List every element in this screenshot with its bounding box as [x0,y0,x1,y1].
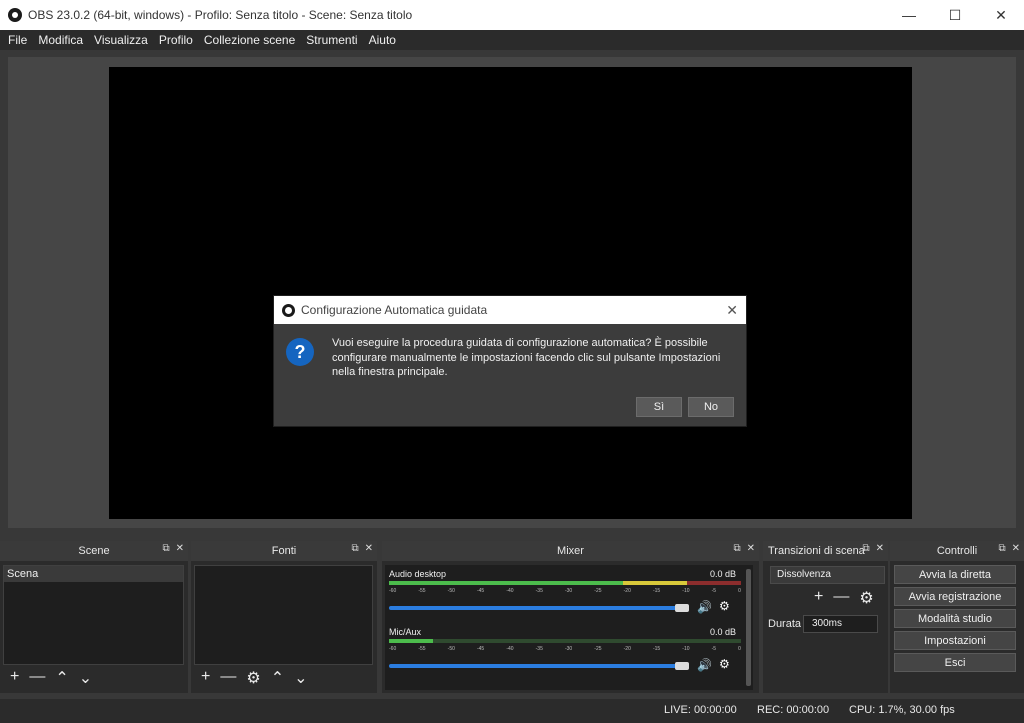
duration-input[interactable]: 300ms [803,615,878,633]
menu-bar: File Modifica Visualizza Profilo Collezi… [0,30,1024,50]
transitions-title: Transizioni di scena [768,545,865,557]
close-icon[interactable]: ✕ [1012,543,1020,554]
live-status: LIVE: 00:00:00 [664,704,737,716]
track-db: 0.0 dB [710,569,737,579]
speaker-icon[interactable]: 🔊 [697,600,712,614]
window-title: OBS 23.0.2 (64-bit, windows) - Profilo: … [28,8,413,22]
menu-collezione-scene[interactable]: Collezione scene [200,33,299,47]
studio-mode-button[interactable]: Modalità studio [894,609,1016,628]
slider-handle[interactable] [675,662,689,670]
auto-config-dialog: Configurazione Automatica guidata ✕ ? Vu… [273,295,747,427]
menu-aiuto[interactable]: Aiuto [365,33,400,47]
close-icon[interactable]: ✕ [365,543,373,554]
scenes-toolbar: + — ⌃ ⌄ [10,668,92,688]
minimize-icon[interactable]: — [886,0,932,30]
yes-button[interactable]: Sì [636,397,682,417]
controls-title: Controlli [936,545,978,557]
gear-icon[interactable]: ⚙ [246,668,260,688]
float-icon[interactable]: ⧉ [162,543,169,554]
scenes-header: Scene ⧉ ✕ [0,541,188,561]
menu-strumenti[interactable]: Strumenti [302,33,361,47]
add-icon[interactable]: + [10,668,19,688]
add-icon[interactable]: + [201,668,210,688]
status-bar: LIVE: 00:00:00 REC: 00:00:00 CPU: 1.7%, … [0,699,1024,723]
mixer-header: Mixer ⧉ ✕ [382,541,759,561]
rec-status: REC: 00:00:00 [757,704,830,716]
close-icon[interactable]: ✕ [978,0,1024,30]
scenes-title: Scene [78,545,110,557]
move-down-icon[interactable]: ⌄ [79,668,92,688]
float-icon[interactable]: ⧉ [862,543,869,554]
obs-logo-icon [282,303,295,317]
gear-icon[interactable]: ⚙ [719,599,730,613]
close-icon[interactable]: ✕ [726,302,738,319]
remove-icon[interactable]: — [833,588,849,608]
exit-button[interactable]: Esci [894,653,1016,672]
meter-scale: -60 -55 -50 -45 -40 -35 -30 -25 -20 -15 -10 -5 0 [389,646,741,652]
menu-visualizza[interactable]: Visualizza [90,33,152,47]
transitions-header: Transizioni di scena ⧉ ✕ [763,541,888,561]
transitions-dock: Transizioni di scena ⧉ ✕ Dissolvenza + — … [763,541,888,693]
track-db: 0.0 dB [710,627,737,637]
remove-icon[interactable]: — [220,668,236,688]
preview-canvas[interactable] [109,67,912,519]
gear-icon[interactable]: ⚙ [719,657,730,671]
menu-file[interactable]: File [4,33,31,47]
cpu-status: CPU: 1.7%, 30.00 fps [849,704,955,716]
track-name: Mic/Aux [389,627,422,637]
mixer-dock: Mixer ⧉ ✕ Audio desktop 0.0 dB -60 -55 -50-… [382,541,759,693]
volume-meter [389,639,741,643]
speaker-icon[interactable]: 🔊 [697,658,712,672]
float-icon[interactable]: ⧉ [351,543,358,554]
scenes-dock: Scene ⧉ ✕ Scena + — ⌃ ⌄ [0,541,188,693]
sources-list[interactable] [194,565,373,665]
meter-scale: -60 -55 -50 -45 -40 -35 -30 -25 -20 -15 -10 -5 0 [389,588,741,594]
remove-icon[interactable]: — [29,668,45,688]
transition-select[interactable]: Dissolvenza [770,566,885,584]
add-icon[interactable]: + [814,588,823,608]
float-icon[interactable]: ⧉ [998,543,1005,554]
maximize-icon[interactable]: ☐ [932,0,978,30]
volume-slider[interactable] [389,662,689,670]
close-icon[interactable]: ✕ [876,543,884,554]
scenes-list: Scena [3,565,184,665]
transitions-toolbar: + — ⚙ [814,588,874,608]
close-icon[interactable]: ✕ [176,543,184,554]
move-down-icon[interactable]: ⌄ [294,668,307,688]
sources-toolbar: + — ⚙ ⌃ ⌄ [201,668,308,688]
settings-button[interactable]: Impostazioni [894,631,1016,650]
dialog-title: Configurazione Automatica guidata [301,303,488,317]
close-icon[interactable]: ✕ [747,543,755,554]
obs-logo-icon [8,8,22,22]
dialog-message: Vuoi eseguire la procedura guidata di co… [332,337,721,378]
sources-header: Fonti ⧉ ✕ [191,541,377,561]
move-up-icon[interactable]: ⌃ [271,668,284,688]
slider-handle[interactable] [675,604,689,612]
start-streaming-button[interactable]: Avvia la diretta [894,565,1016,584]
list-item[interactable]: Scena [4,566,183,582]
dialog-title-bar: Configurazione Automatica guidata [274,296,746,324]
menu-profilo[interactable]: Profilo [155,33,197,47]
mixer-title: Mixer [557,545,584,557]
title-bar: OBS 23.0.2 (64-bit, windows) - Profilo: … [0,0,1024,30]
question-icon: ? [286,338,314,366]
volume-meter [389,581,741,585]
sources-dock: Fonti ⧉ ✕ + — ⚙ ⌃ ⌄ [191,541,377,693]
duration-label: Durata [768,618,802,630]
no-button[interactable]: No [688,397,734,417]
volume-slider[interactable] [389,604,689,612]
controls-header: Controlli ⧉ ✕ [890,541,1024,561]
track-name: Audio desktop [389,569,447,579]
controls-dock: Controlli ⧉ ✕ Avvia la diretta Avvia regi… [890,541,1024,693]
move-up-icon[interactable]: ⌃ [55,668,68,688]
menu-modifica[interactable]: Modifica [34,33,87,47]
window-controls: — ☐ ✕ [886,0,1024,30]
sources-title: Fonti [271,545,297,557]
mixer-panel: Audio desktop 0.0 dB -60 -55 -50 -45 -40 -35-… [385,565,753,690]
gear-icon[interactable]: ⚙ [859,588,873,608]
float-icon[interactable]: ⧉ [733,543,740,554]
start-recording-button[interactable]: Avvia registrazione [894,587,1016,606]
mixer-scrollbar[interactable] [746,569,751,686]
